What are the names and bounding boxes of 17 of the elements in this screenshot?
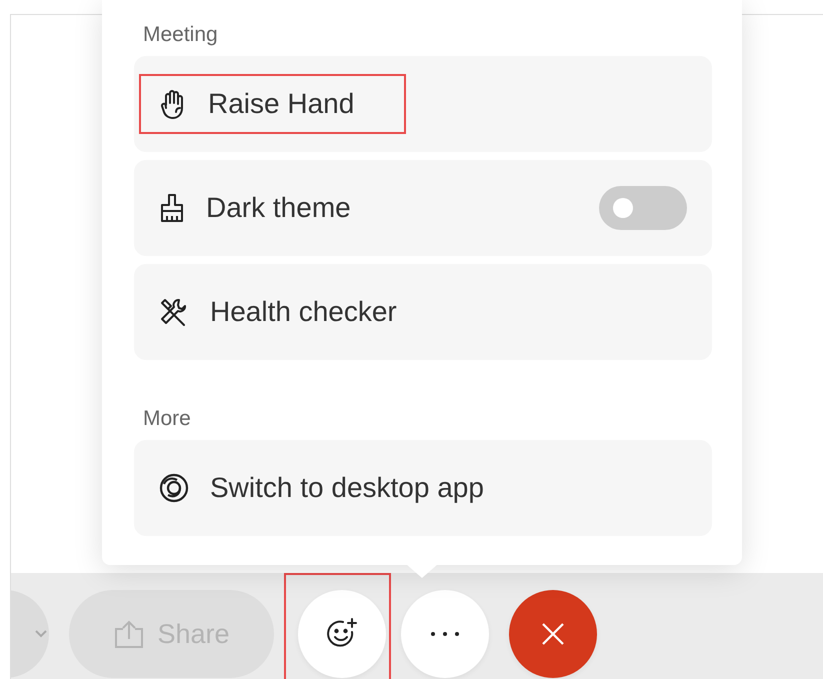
toggle-switch[interactable]: [599, 186, 687, 230]
menu-item[interactable]: Dark theme: [134, 160, 712, 256]
menu-item[interactable]: Health checker: [134, 264, 712, 360]
more-icon: [430, 631, 460, 637]
menu-item[interactable]: Raise Hand: [134, 56, 712, 152]
section-header: More: [143, 406, 192, 432]
menu-item-label: Switch to desktop app: [210, 472, 484, 504]
close-icon: [541, 622, 565, 646]
menu-item-label: Raise Hand: [208, 88, 354, 120]
chevron-icon: [35, 630, 47, 638]
menu-item[interactable]: Switch to desktop app: [134, 440, 712, 536]
desktop-app-icon: [158, 472, 190, 504]
share-icon: [113, 619, 146, 649]
menu-item-label: Health checker: [210, 296, 397, 328]
brush-icon: [158, 192, 186, 224]
menu-item-label: Dark theme: [206, 192, 351, 224]
section-header: Meeting: [143, 22, 219, 48]
